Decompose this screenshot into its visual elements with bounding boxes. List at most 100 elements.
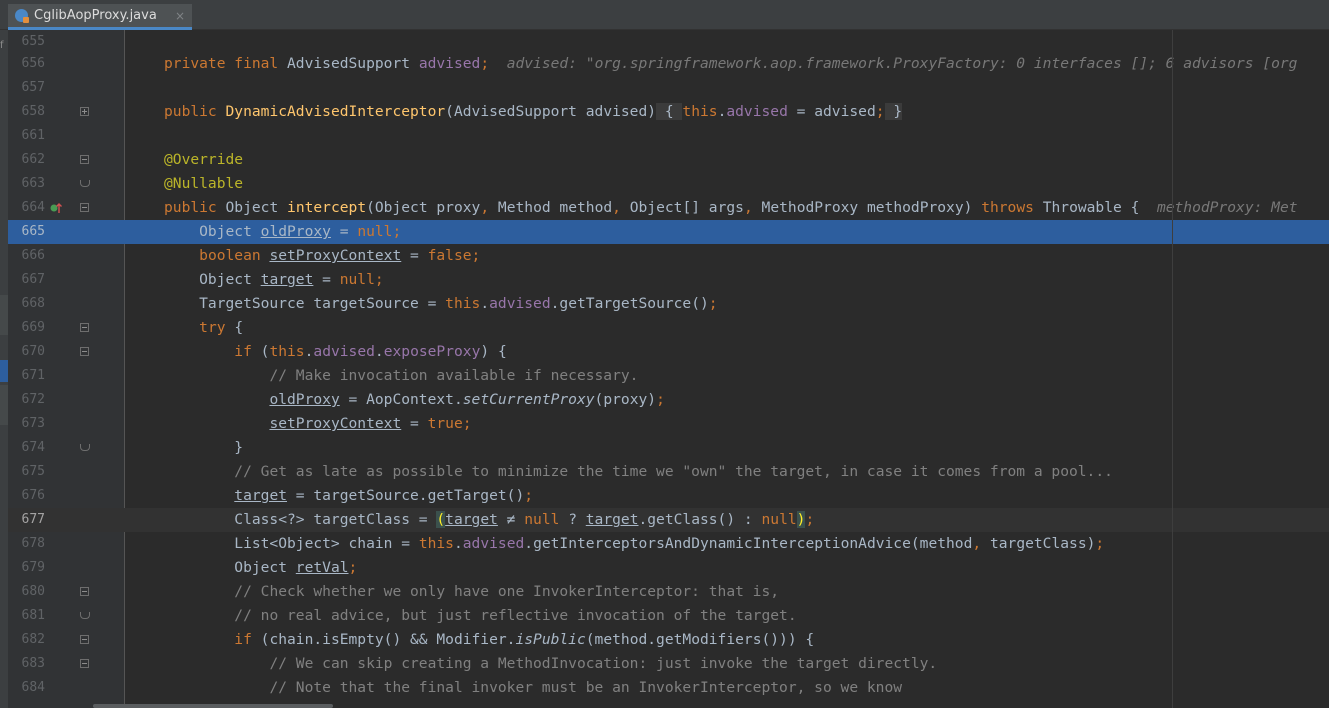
line-number: 670	[21, 344, 45, 359]
code-line[interactable]: 683 // We can skip creating a MethodInvo…	[8, 652, 1329, 676]
code-line[interactable]: 668 TargetSource targetSource = this.adv…	[8, 292, 1329, 316]
code-line[interactable]: 669 try {	[8, 316, 1329, 340]
code-line[interactable]: 666 boolean setProxyContext = false;	[8, 244, 1329, 268]
code-text: // Note that the final invoker must be a…	[269, 679, 903, 696]
code-text: if (this.advised.exposeProxy) {	[234, 343, 507, 360]
code-editor[interactable]: 655 656 private final AdvisedSupport adv…	[8, 30, 1329, 708]
code-text: boolean setProxyContext = false;	[199, 247, 481, 264]
code-text: if (chain.isEmpty() && Modifier.isPublic…	[234, 631, 815, 648]
fold-end-icon[interactable]	[80, 612, 90, 620]
code-text: Object target = null;	[164, 271, 384, 288]
line-number: 655	[21, 34, 45, 49]
line-number: 679	[21, 560, 45, 575]
line-number: 681	[21, 608, 45, 623]
java-class-icon	[15, 9, 29, 23]
code-text: // Check whether we only have one Invoke…	[234, 583, 780, 600]
code-text: @Override	[164, 151, 244, 168]
line-number: 684	[21, 680, 45, 695]
fold-end-icon[interactable]	[80, 444, 90, 452]
code-line[interactable]: 655	[8, 30, 1329, 54]
fold-collapse-icon[interactable]	[80, 203, 89, 212]
close-tab-icon[interactable]: ×	[175, 9, 185, 23]
line-number: 676	[21, 488, 45, 503]
fold-collapse-icon[interactable]	[80, 347, 89, 356]
code-line[interactable]: 663 @Nullable	[8, 172, 1329, 196]
execution-point-line[interactable]: 665 Object oldProxy = null;	[8, 220, 1329, 244]
line-number: 683	[21, 656, 45, 671]
code-line[interactable]: 679 Object retVal;	[8, 556, 1329, 580]
code-line[interactable]: 680 // Check whether we only have one In…	[8, 580, 1329, 604]
code-text: TargetSource targetSource = this.advised…	[164, 295, 718, 312]
code-text: }	[164, 439, 244, 456]
fold-collapse-icon[interactable]	[80, 155, 89, 164]
fold-end-icon[interactable]	[80, 180, 90, 188]
code-line[interactable]: 681 // no real advice, but just reflecti…	[8, 604, 1329, 628]
code-text: Class<?> targetClass = (target ≠ null ? …	[164, 511, 815, 528]
line-number: 673	[21, 416, 45, 431]
line-number: 656	[21, 56, 45, 71]
code-text: // Make invocation available if necessar…	[269, 367, 639, 384]
code-line[interactable]: 675 // Get as late as possible to minimi…	[8, 460, 1329, 484]
code-text: // Get as late as possible to minimize t…	[234, 463, 1113, 480]
line-number: 677	[21, 512, 45, 527]
current-line[interactable]: 677 Class<?> targetClass = (target ≠ nul…	[8, 508, 1329, 532]
code-text: Object oldProxy = null;	[164, 223, 402, 240]
line-number: 667	[21, 272, 45, 287]
code-text: target = targetSource.getTarget();	[234, 487, 534, 504]
code-line[interactable]: 667 Object target = null;	[8, 268, 1329, 292]
line-number: 657	[21, 80, 45, 95]
code-text: List<Object> chain = this.advised.getInt…	[164, 535, 1105, 552]
line-number: 669	[21, 320, 45, 335]
fold-collapse-icon[interactable]	[80, 587, 89, 596]
code-text: @Nullable	[164, 175, 244, 192]
code-text: // We can skip creating a MethodInvocati…	[269, 655, 938, 672]
code-text: public DynamicAdvisedInterceptor(Advised…	[164, 103, 903, 120]
line-number: 661	[21, 128, 45, 143]
tab-cglibaopproxy[interactable]: CglibAopProxy.java ×	[8, 4, 192, 30]
code-line[interactable]: 672 oldProxy = AopContext.setCurrentProx…	[8, 388, 1329, 412]
side-panel-edge: f	[0, 30, 8, 708]
fold-collapse-icon[interactable]	[80, 635, 89, 644]
code-text: oldProxy = AopContext.setCurrentProxy(pr…	[269, 391, 665, 408]
code-text: private final AdvisedSupport advised; ad…	[164, 55, 1298, 72]
code-line[interactable]: 661	[8, 124, 1329, 148]
code-text: try {	[199, 319, 244, 336]
code-line[interactable]: 657	[8, 76, 1329, 100]
code-line[interactable]: 671 // Make invocation available if nece…	[8, 364, 1329, 388]
override-method-icon[interactable]	[50, 202, 62, 214]
line-number: 668	[21, 296, 45, 311]
line-number: 665	[21, 224, 45, 239]
fold-expand-icon[interactable]	[80, 107, 89, 116]
debug-inline-value: advised: "org.springframework.aop.framew…	[506, 55, 1298, 72]
code-line[interactable]: 664 public Object intercept(Object proxy…	[8, 196, 1329, 220]
code-line[interactable]: 662 @Override	[8, 148, 1329, 172]
side-panel-glyph: f	[0, 40, 4, 51]
code-line[interactable]: 674 }	[8, 436, 1329, 460]
horizontal-scrollbar[interactable]	[93, 704, 333, 708]
line-number: 675	[21, 464, 45, 479]
code-line[interactable]: 682 if (chain.isEmpty() && Modifier.isPu…	[8, 628, 1329, 652]
code-line[interactable]: 670 if (this.advised.exposeProxy) {	[8, 340, 1329, 364]
fold-collapse-icon[interactable]	[80, 323, 89, 332]
code-line[interactable]: 676 target = targetSource.getTarget();	[8, 484, 1329, 508]
line-number: 672	[21, 392, 45, 407]
line-number: 664	[21, 200, 45, 215]
code-line[interactable]: 678 List<Object> chain = this.advised.ge…	[8, 532, 1329, 556]
line-number: 678	[21, 536, 45, 551]
line-number: 663	[21, 176, 45, 191]
code-line[interactable]: 673 setProxyContext = true;	[8, 412, 1329, 436]
line-number: 671	[21, 368, 45, 383]
folded-region[interactable]: {	[656, 103, 683, 120]
code-line[interactable]: 656 private final AdvisedSupport advised…	[8, 52, 1329, 76]
line-number: 666	[21, 248, 45, 263]
code-line[interactable]: 658 public DynamicAdvisedInterceptor(Adv…	[8, 100, 1329, 124]
fold-collapse-icon[interactable]	[80, 659, 89, 668]
line-number: 658	[21, 104, 45, 119]
tab-label: CglibAopProxy.java	[34, 8, 157, 23]
code-text: setProxyContext = true;	[269, 415, 472, 432]
code-text: Object retVal;	[164, 559, 358, 576]
code-line[interactable]: 684 // Note that the final invoker must …	[8, 676, 1329, 700]
right-margin-guide	[1172, 30, 1173, 708]
editor-tab-bar: CglibAopProxy.java ×	[0, 0, 1329, 30]
line-number: 662	[21, 152, 45, 167]
